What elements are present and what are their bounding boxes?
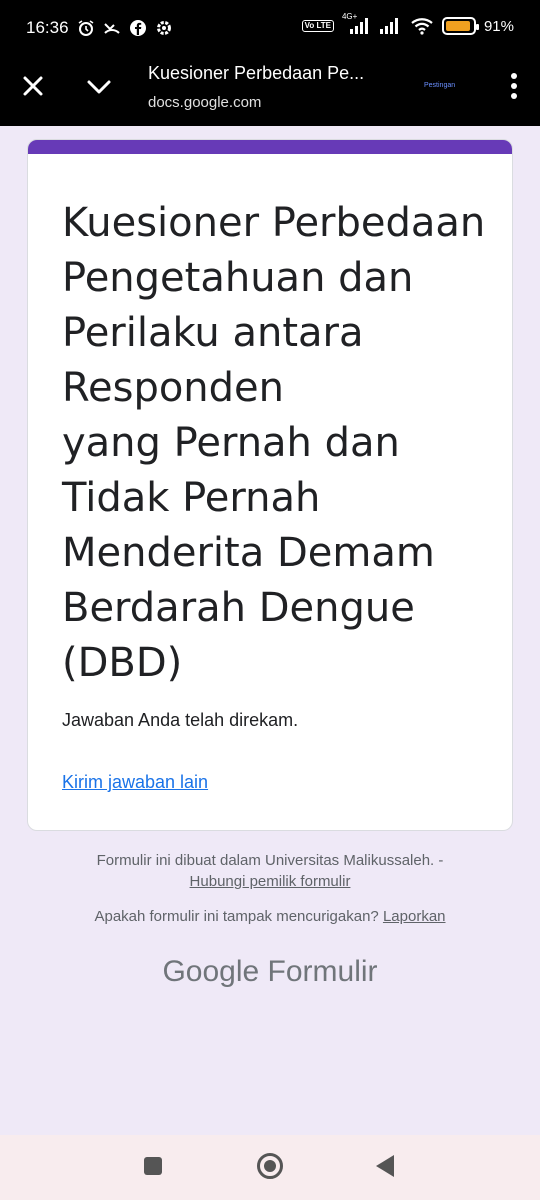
report-row: Apakah formulir ini tampak mencurigakan?… [0, 908, 540, 925]
form-title-line: (DBD) [62, 640, 183, 686]
report-link[interactable]: Laporkan [383, 908, 446, 925]
status-time: 16:36 [26, 18, 69, 37]
brand-google: Google [162, 955, 260, 988]
facebook-icon [129, 20, 146, 36]
battery-icon [441, 17, 479, 35]
settings-icon [156, 21, 171, 35]
status-bar: 16:36 Vo LTE 4G+ 91% [0, 0, 540, 56]
wifi-icon [411, 18, 433, 35]
form-title-line: Pengetahuan dan [62, 255, 414, 301]
signal-icon: 4G+ [342, 12, 370, 36]
brand-product: Formulir [267, 955, 378, 988]
contact-owner-link[interactable]: Hubungi pemilik formulir [0, 873, 540, 890]
form-title-line: Kuesioner Perbedaan [62, 200, 486, 246]
status-right: Vo LTE 4G+ 91% [301, 12, 514, 36]
back-icon[interactable] [376, 1155, 394, 1177]
close-icon[interactable] [18, 71, 48, 101]
form-title-line: Berdarah Dengue [62, 585, 415, 631]
battery-fill [445, 21, 470, 31]
volte-badge: Vo LTE [301, 20, 334, 32]
form-title-line: Tidak Pernah [62, 475, 321, 521]
google-forms-logo[interactable]: Google Formulir [0, 955, 540, 989]
form-title-line: Responden [62, 365, 285, 411]
form-card: Kuesioner Perbedaan Pengetahuan dan Peri… [27, 139, 513, 831]
card-accent-bar [28, 140, 512, 154]
toolbar-small-label: Pestingan [424, 82, 456, 89]
chevron-down-icon[interactable] [84, 74, 114, 100]
page-url[interactable]: docs.google.com [148, 94, 261, 111]
submit-another-link[interactable]: Kirim jawaban lain [62, 772, 208, 793]
status-left: 16:36 [26, 18, 173, 38]
form-title-line: yang Pernah dan [62, 420, 400, 466]
form-title: Kuesioner Perbedaan Pengetahuan dan Peri… [62, 196, 492, 691]
form-title-line: Menderita Demam [62, 530, 435, 576]
suspicious-question: Apakah formulir ini tampak mencurigakan? [94, 908, 379, 925]
confirmation-message: Jawaban Anda telah direkam. [62, 710, 299, 730]
page-title[interactable]: Kuesioner Perbedaan Pe... [148, 63, 398, 84]
more-vert-icon[interactable] [510, 72, 518, 100]
browser-toolbar: Kuesioner Perbedaan Pe... docs.google.co… [0, 56, 540, 126]
signal-icon-2 [379, 18, 398, 34]
home-icon[interactable] [257, 1153, 283, 1179]
navigation-bar [0, 1135, 540, 1200]
recents-icon[interactable] [144, 1157, 162, 1175]
battery-percent: 91% [483, 17, 514, 35]
form-created-by: Formulir ini dibuat dalam Universitas Ma… [96, 852, 444, 869]
missed-call-icon [103, 23, 120, 34]
alarm-icon [78, 20, 93, 36]
form-title-line: Perilaku antara [62, 310, 364, 356]
